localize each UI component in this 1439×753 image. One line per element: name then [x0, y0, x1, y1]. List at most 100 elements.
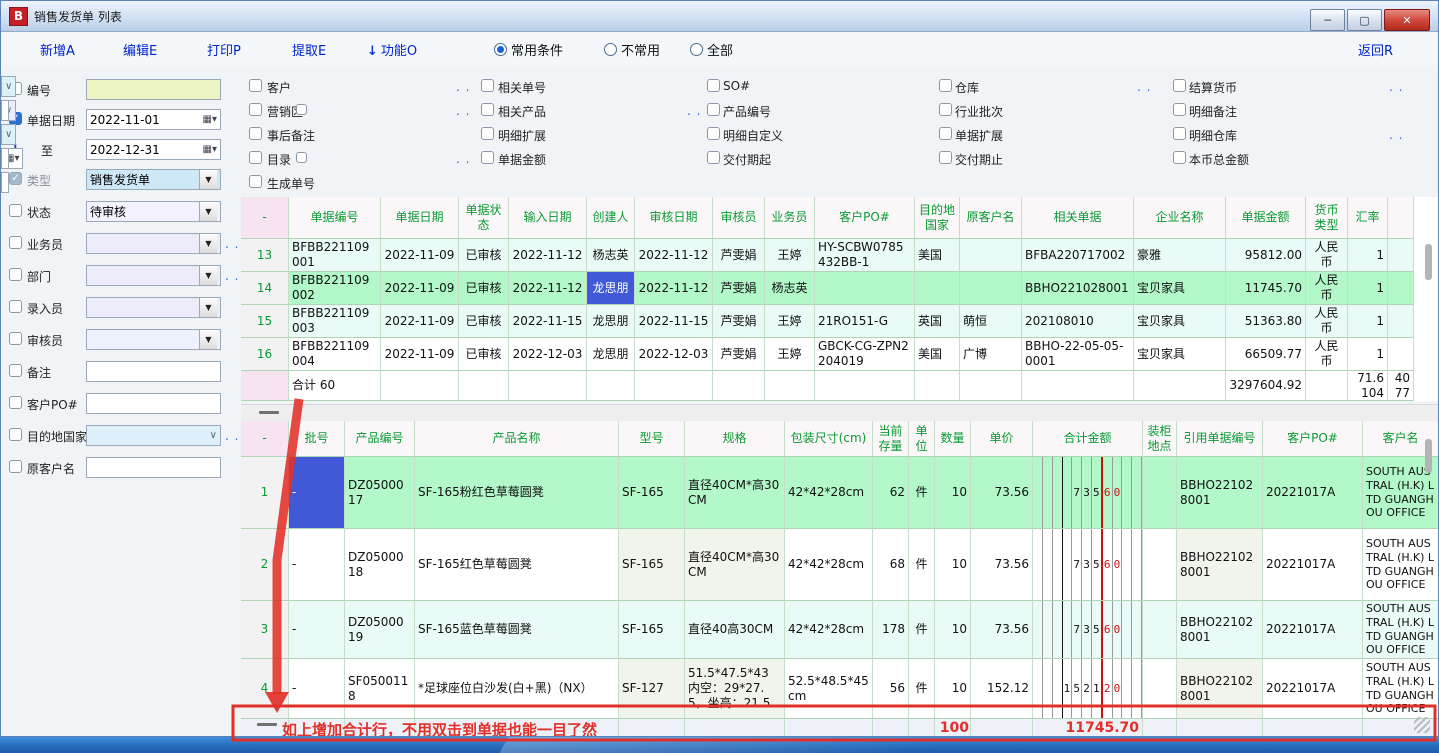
master-table-row[interactable]: 14BFBB2211090022022-11-09已审核2022-11-12龙思…	[241, 272, 1438, 305]
master-table-cell[interactable]: 2022-11-15	[509, 305, 587, 338]
master-table-cell[interactable]: 英国	[915, 305, 960, 338]
master-table-cell[interactable]: 16	[241, 338, 289, 371]
master-table-cell[interactable]: 2022-12-03	[635, 338, 713, 371]
detail-table-cell[interactable]: 51.5*47.5*43 内空：29*27.5，坐高：21.5	[685, 659, 785, 719]
detail-column-header[interactable]: 产品编号	[345, 421, 415, 457]
filter-checkbox[interactable]	[939, 79, 952, 92]
master-table-cell[interactable]: 芦雯娟	[713, 272, 765, 305]
detail-table-cell[interactable]: SF-165	[619, 457, 685, 529]
master-table-cell[interactable]	[1388, 239, 1414, 272]
detail-table-row[interactable]: 3-DZ0500019SF-165蓝色草莓圆凳SF-165直径40高30CM42…	[241, 601, 1438, 659]
filter-checkbox[interactable]: ✓	[9, 172, 22, 185]
filter-checkbox[interactable]	[9, 364, 22, 377]
filter-select[interactable]: 待审核▼	[86, 201, 221, 222]
filter-combo[interactable]: ∨	[1, 76, 16, 97]
master-total-cell[interactable]: 71.6104	[1348, 371, 1388, 401]
master-column-header[interactable]: 审核日期	[635, 197, 713, 239]
master-table-cell[interactable]: BBHO221028001	[1022, 272, 1134, 305]
detail-table-cell[interactable]: 20221017A	[1263, 457, 1363, 529]
toolbar-action-编辑E[interactable]: 编辑E	[123, 40, 157, 59]
detail-table-cell[interactable]: 10	[935, 601, 971, 659]
master-total-cell[interactable]	[915, 371, 960, 401]
master-table-cell[interactable]: 美国	[915, 338, 960, 371]
master-table-cell[interactable]	[1388, 272, 1414, 305]
master-table-cell[interactable]: HY-SCBW0785432BB-1	[815, 239, 915, 272]
master-table-cell[interactable]: 美国	[915, 239, 960, 272]
master-table-cell[interactable]: 已审核	[459, 239, 509, 272]
master-column-header[interactable]: 目的地国家	[915, 197, 960, 239]
master-table-cell[interactable]: 95812.00	[1226, 239, 1306, 272]
master-table-cell[interactable]: 王婷	[765, 239, 815, 272]
master-column-header[interactable]: 单据金额	[1226, 197, 1306, 239]
lookup-dots-button[interactable]: . .	[225, 237, 239, 251]
detail-table-cell[interactable]: 73.56	[971, 601, 1033, 659]
master-table-cell[interactable]: GBCK-CG-ZPN2204019	[815, 338, 915, 371]
filter-checkbox[interactable]	[481, 127, 494, 140]
detail-table-cell[interactable]: SF-165红色草莓圆凳	[415, 529, 619, 601]
detail-table-cell[interactable]: 20221017A	[1263, 659, 1363, 719]
detail-table-cell[interactable]: 件	[909, 601, 935, 659]
resize-grip[interactable]	[1414, 717, 1430, 733]
master-total-label[interactable]: 合计 60	[289, 371, 381, 401]
detail-table-cell[interactable]: SF-165粉红色草莓圆凳	[415, 457, 619, 529]
detail-table-cell[interactable]: 152.12	[971, 659, 1033, 719]
detail-column-header[interactable]: 数量	[935, 421, 971, 457]
master-total-cell[interactable]	[960, 371, 1022, 401]
detail-table-cell[interactable]: 68	[873, 529, 909, 601]
detail-table-cell[interactable]: SOUTH AUSTRAL (H.K) LTD GUANGHOU OFFICE	[1363, 659, 1438, 719]
master-total-cell[interactable]	[381, 371, 459, 401]
chevron-down-icon[interactable]: ∨	[210, 430, 217, 441]
filter-input[interactable]	[1, 172, 9, 193]
master-table-cell[interactable]: BFBB221109003	[289, 305, 381, 338]
dropdown-button[interactable]: ▼	[199, 202, 217, 221]
master-table-cell[interactable]: 2022-11-12	[509, 239, 587, 272]
master-table-cell[interactable]: 2022-11-09	[381, 338, 459, 371]
detail-column-header[interactable]: 引用单据编号	[1177, 421, 1263, 457]
master-table-cell[interactable]: 芦雯娟	[713, 338, 765, 371]
master-table-cell[interactable]	[915, 272, 960, 305]
detail-table-cell[interactable]: SF-165蓝色草莓圆凳	[415, 601, 619, 659]
filter-input[interactable]	[86, 79, 221, 100]
master-table-cell[interactable]: 已审核	[459, 305, 509, 338]
master-total-cell[interactable]	[509, 371, 587, 401]
filter-checkbox[interactable]	[939, 151, 952, 164]
master-total-cell[interactable]	[459, 371, 509, 401]
master-total-cell[interactable]	[1306, 371, 1348, 401]
filter-checkbox[interactable]	[481, 79, 494, 92]
radio-全部[interactable]: 全部	[690, 40, 733, 59]
detail-table-cell[interactable]: SF-165	[619, 601, 685, 659]
master-table-cell[interactable]: 2022-11-12	[509, 272, 587, 305]
detail-table-cell[interactable]: 20221017A	[1263, 601, 1363, 659]
master-table-cell[interactable]: 萌恒	[960, 305, 1022, 338]
master-table-row[interactable]: 15BFBB2211090032022-11-09已审核2022-11-15龙思…	[241, 305, 1438, 338]
master-table-cell[interactable]: 1	[1348, 272, 1388, 305]
master-column-header[interactable]: 货币类型	[1306, 197, 1348, 239]
detail-table-cell[interactable]: 56	[873, 659, 909, 719]
detail-table-cell[interactable]: 73560	[1033, 457, 1143, 529]
master-table-cell[interactable]: BBHO-22-05-05-0001	[1022, 338, 1134, 371]
master-column-header[interactable]: -	[241, 197, 289, 239]
filter-checkbox[interactable]	[707, 79, 720, 92]
title-bar[interactable]: B 销售发货单 列表 ─ ▢ ✕	[1, 1, 1438, 32]
detail-column-header[interactable]: 装柜地点	[1143, 421, 1177, 457]
filter-input[interactable]	[86, 361, 221, 382]
detail-table-cell[interactable]: 20221017A	[1263, 529, 1363, 601]
detail-table-cell[interactable]: *足球座位白沙发(白+黑)（NX）	[415, 659, 619, 719]
filter-select[interactable]: ▼	[86, 265, 221, 286]
lookup-dots-button[interactable]: . .	[456, 80, 470, 94]
detail-table-cell[interactable]: 42*42*28cm	[785, 457, 873, 529]
master-total-cell[interactable]	[587, 371, 635, 401]
detail-table-cell[interactable]: 件	[909, 457, 935, 529]
filter-checkbox[interactable]	[296, 152, 307, 163]
detail-table-cell[interactable]: BBHO221028001	[1177, 659, 1263, 719]
master-total-cell[interactable]	[1134, 371, 1226, 401]
detail-table-cell[interactable]: SF0500118	[345, 659, 415, 719]
master-column-header[interactable]: 业务员	[765, 197, 815, 239]
toolbar-action-功能O[interactable]: ↓功能O	[367, 40, 417, 59]
filter-date[interactable]: 2022-11-01▦▾	[86, 109, 221, 130]
detail-table-cell[interactable]: 178	[873, 601, 909, 659]
filter-checkbox[interactable]	[9, 268, 22, 281]
lookup-dots-button[interactable]: . .	[1137, 80, 1151, 94]
master-table-cell[interactable]: 广博	[960, 338, 1022, 371]
filter-checkbox[interactable]	[1173, 103, 1186, 116]
